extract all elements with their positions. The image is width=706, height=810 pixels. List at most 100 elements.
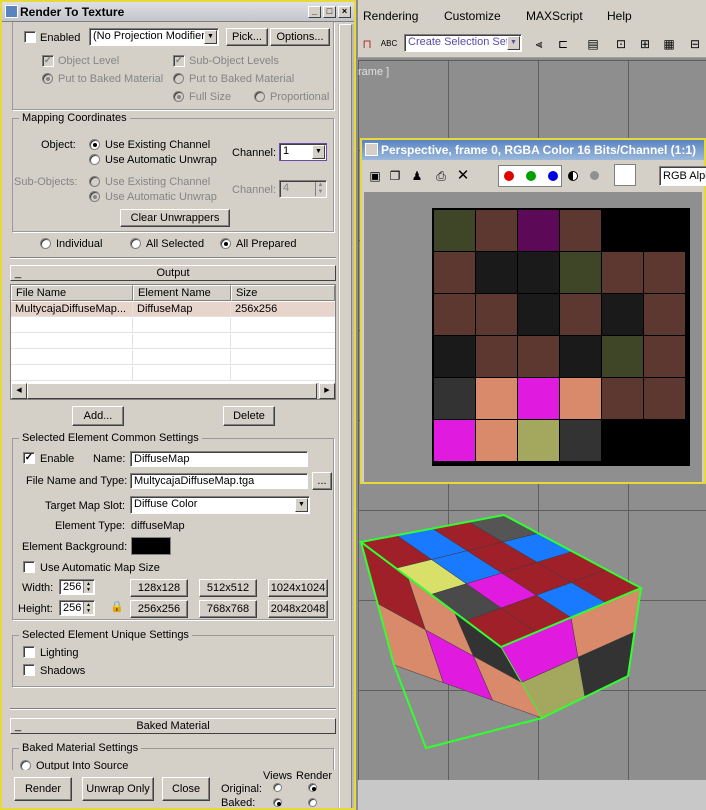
size-128-button[interactable]: 128x128 xyxy=(130,579,188,597)
pick-button[interactable]: Pick... xyxy=(226,28,268,46)
clear-icon[interactable]: ✕ xyxy=(454,167,472,185)
size-512-button[interactable]: 512x512 xyxy=(199,579,257,597)
individual-radio[interactable] xyxy=(40,238,51,249)
align-icon[interactable]: ⊏ xyxy=(554,35,572,53)
rendered-texture-canvas[interactable] xyxy=(364,192,702,482)
object-level-checkbox[interactable]: ✓ xyxy=(42,55,54,67)
full-size-radio[interactable] xyxy=(173,91,184,102)
table-horizontal-scrollbar[interactable]: ◀ ▶ xyxy=(11,383,335,399)
schematic-view-icon[interactable]: ⊞ xyxy=(636,35,654,53)
texel-block xyxy=(644,252,685,293)
menu-maxscript[interactable]: MAXScript xyxy=(526,9,583,23)
selection-set-dropdown[interactable]: Create Selection Set ▼ xyxy=(404,34,522,52)
individual-label: Individual xyxy=(56,238,103,250)
proportional-radio[interactable] xyxy=(254,91,265,102)
all-selected-radio[interactable] xyxy=(130,238,141,249)
element-background-swatch[interactable] xyxy=(131,537,171,555)
original-render-radio[interactable] xyxy=(308,783,317,792)
dialog-titlebar[interactable]: Render To Texture _ □ × xyxy=(2,2,354,22)
abc-edit-icon[interactable]: ABC xyxy=(380,35,398,53)
lighting-checkbox[interactable] xyxy=(23,646,35,658)
element-name-input[interactable]: DiffuseMap xyxy=(130,451,308,467)
table-row[interactable]: MultycajaDiffuseMap... DiffuseMap 256x25… xyxy=(11,302,335,317)
file-name-input[interactable]: MultycajaDiffuseMap.tga xyxy=(130,473,308,489)
projection-modifier-select[interactable]: (No Projection Modifier) ▼ xyxy=(89,28,219,46)
browse-file-button[interactable]: ... xyxy=(312,472,332,490)
column-header-file-name[interactable]: File Name xyxy=(11,285,133,301)
close-button[interactable]: Close xyxy=(162,777,210,801)
texel-block xyxy=(434,294,475,335)
output-table[interactable]: File Name Element Name Size MultycajaDif… xyxy=(10,284,336,400)
put-to-baked-radio-2[interactable] xyxy=(173,73,184,84)
mono-channel-icon[interactable] xyxy=(590,171,599,180)
baked-render-radio[interactable] xyxy=(308,798,317,807)
automatic-map-size-checkbox[interactable] xyxy=(23,561,35,573)
channel-spinner[interactable]: 1 ▼ xyxy=(279,143,327,161)
original-views-radio[interactable] xyxy=(273,783,282,792)
height-spinner[interactable]: 256 ▲ ▼ xyxy=(59,600,95,616)
scroll-thumb[interactable] xyxy=(339,24,352,808)
red-channel-button[interactable] xyxy=(504,171,514,181)
size-768-button[interactable]: 768x768 xyxy=(199,600,257,618)
size-2048-button[interactable]: 2048x2048 xyxy=(268,600,328,618)
scroll-thumb-horizontal[interactable] xyxy=(27,383,317,399)
all-prepared-radio[interactable] xyxy=(220,238,231,249)
close-window-button[interactable]: × xyxy=(338,6,351,18)
use-automatic-unwrap-radio[interactable] xyxy=(89,154,100,165)
enable-checkbox[interactable]: ✓ xyxy=(23,452,35,464)
size-256-button[interactable]: 256x256 xyxy=(130,600,188,618)
menu-rendering[interactable]: Rendering xyxy=(363,9,418,23)
enabled-checkbox[interactable] xyxy=(24,31,36,43)
magnet-icon[interactable]: ⊓ xyxy=(358,35,376,53)
use-existing-channel-radio[interactable] xyxy=(89,139,100,150)
sub-object-levels-checkbox[interactable]: ✓ xyxy=(173,55,185,67)
column-header-size[interactable]: Size xyxy=(231,285,335,301)
display-channel-select[interactable]: RGB Alpha xyxy=(659,166,706,186)
scroll-right-icon[interactable]: ▶ xyxy=(319,383,335,399)
green-channel-button[interactable] xyxy=(526,171,536,181)
clone-icon[interactable]: ♟ xyxy=(408,167,426,185)
copy-icon[interactable]: ❐ xyxy=(386,167,404,185)
options-button[interactable]: Options... xyxy=(270,28,330,46)
mirror-icon[interactable]: ⫷ xyxy=(530,35,548,53)
baked-material-rollout-header[interactable]: _ Baked Material xyxy=(10,718,336,734)
aspect-lock-icon[interactable]: 🔒 xyxy=(110,600,124,614)
texel-block xyxy=(602,336,643,377)
shadows-checkbox[interactable] xyxy=(23,664,35,676)
scroll-left-icon[interactable]: ◀ xyxy=(11,383,27,399)
clear-unwrappers-button[interactable]: Clear Unwrappers xyxy=(120,209,230,227)
alpha-channel-icon[interactable] xyxy=(568,171,578,181)
sub-use-existing-radio[interactable] xyxy=(89,176,100,187)
print-icon[interactable]: ⎙ xyxy=(432,167,450,185)
frame-window-titlebar[interactable]: Perspective, frame 0, RGBA Color 16 Bits… xyxy=(362,140,704,160)
save-icon[interactable]: ▣ xyxy=(366,167,384,185)
timeline-bar[interactable] xyxy=(358,780,706,810)
unwrap-only-button[interactable]: Unwrap Only xyxy=(82,777,154,801)
layers-icon[interactable]: ▤ xyxy=(584,35,602,53)
add-element-button[interactable]: Add... xyxy=(72,406,124,426)
color-swatch[interactable] xyxy=(614,164,636,186)
column-header-element-name[interactable]: Element Name xyxy=(133,285,231,301)
sub-use-automatic-radio[interactable] xyxy=(89,191,100,202)
menu-help[interactable]: Help xyxy=(607,9,632,23)
original-label: Original: xyxy=(221,783,262,795)
put-to-baked-radio-1[interactable] xyxy=(42,73,53,84)
size-1024-button[interactable]: 1024x1024 xyxy=(268,579,328,597)
material-editor-icon[interactable]: ▦ xyxy=(660,35,678,53)
sub-channel-spinner[interactable]: 4 ▲ ▼ xyxy=(279,180,327,198)
texel-block xyxy=(476,420,517,461)
dialog-scrollbar[interactable] xyxy=(338,24,354,808)
output-rollout-header[interactable]: _ Output xyxy=(10,265,336,281)
render-button[interactable]: Render xyxy=(14,777,72,801)
minimize-button[interactable]: _ xyxy=(308,6,321,18)
target-map-slot-select[interactable]: Diffuse Color ▼ xyxy=(130,496,310,514)
delete-element-button[interactable]: Delete xyxy=(223,406,275,426)
render-setup-icon[interactable]: ⊟ xyxy=(686,35,704,53)
maximize-button[interactable]: □ xyxy=(323,6,336,18)
curve-editor-icon[interactable]: ⊡ xyxy=(612,35,630,53)
automatic-map-size-label: Use Automatic Map Size xyxy=(40,562,160,574)
baked-views-radio[interactable] xyxy=(273,798,282,807)
width-spinner[interactable]: 256 ▲ ▼ xyxy=(59,579,95,595)
blue-channel-button[interactable] xyxy=(548,171,558,181)
menu-customize[interactable]: Customize xyxy=(444,9,501,23)
